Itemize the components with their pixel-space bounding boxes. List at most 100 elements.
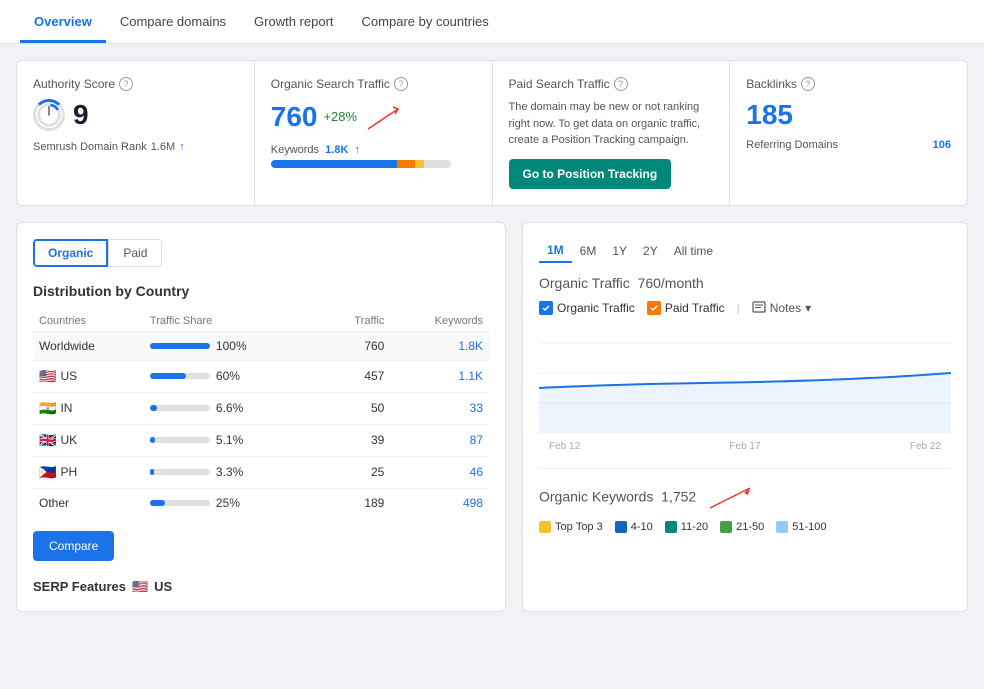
paid-search-info-icon[interactable]: ? — [614, 77, 628, 91]
country-cell: Worldwide — [33, 331, 144, 360]
time-tab-1m[interactable]: 1M — [539, 239, 572, 263]
keywords-arrow-annotation — [700, 483, 760, 513]
kw-label-51-100: 51-100 — [792, 521, 826, 533]
time-tab-6m[interactable]: 6M — [572, 239, 605, 263]
semrush-rank-up: ↑ — [179, 141, 185, 153]
kw-label-4-10: 4-10 — [631, 521, 653, 533]
organic-search-change: +28% — [323, 109, 357, 124]
serp-flag: 🇺🇸 — [132, 579, 148, 595]
x-axis-labels: Feb 12 Feb 17 Feb 22 — [539, 441, 951, 452]
keywords-bar — [271, 160, 451, 168]
table-row[interactable]: 🇬🇧UK 5.1% 3987 — [33, 424, 489, 456]
x-label-feb17: Feb 17 — [729, 441, 760, 452]
kw-legend-4-10: 4-10 — [615, 521, 653, 533]
keywords-legend: Top Top 3 4-10 11-20 21-50 — [539, 521, 951, 533]
organic-keywords-section: Organic Keywords 1,752 Top Top 3 — [539, 468, 951, 533]
notes-icon — [752, 301, 766, 315]
keywords-cell[interactable]: 87 — [390, 424, 489, 456]
tab-organic[interactable]: Organic — [33, 239, 108, 267]
table-row[interactable]: 🇵🇭PH 3.3% 2546 — [33, 456, 489, 488]
chart-legend: Organic Traffic Paid Traffic | Notes ▾ — [539, 301, 951, 315]
kw-legend-top3: Top Top 3 — [539, 521, 603, 533]
keywords-cell[interactable]: 33 — [390, 392, 489, 424]
organic-search-label: Organic Search Traffic — [271, 77, 390, 91]
traffic-share-cell: 6.6% — [144, 392, 322, 424]
authority-score-label: Authority Score — [33, 77, 115, 91]
time-tab-alltime[interactable]: All time — [666, 239, 721, 263]
traffic-share-cell: 3.3% — [144, 456, 322, 488]
distribution-title: Distribution by Country — [33, 283, 489, 299]
traffic-share-cell: 60% — [144, 360, 322, 392]
authority-score-info-icon[interactable]: ? — [119, 77, 133, 91]
kw-label-11-20: 11-20 — [681, 521, 708, 533]
organic-paid-tabs: Organic Paid — [33, 239, 489, 267]
keywords-value: 1.8K — [325, 144, 348, 156]
col-keywords: Keywords — [390, 311, 489, 332]
legend-paid: Paid Traffic — [647, 301, 725, 315]
keywords-cell[interactable]: 1.8K — [390, 331, 489, 360]
country-cell: 🇮🇳IN — [33, 392, 144, 424]
paid-search-info-text: The domain may be new or not ranking rig… — [509, 99, 714, 149]
bottom-section: Organic Paid Distribution by Country Cou… — [16, 222, 968, 612]
traffic-svg — [539, 323, 951, 433]
tab-overview[interactable]: Overview — [20, 0, 106, 43]
authority-score-card: Authority Score ? 9 Semrush Domain Rank … — [17, 61, 255, 205]
keywords-cell[interactable]: 498 — [390, 488, 489, 517]
table-row[interactable]: Other 25% 189498 — [33, 488, 489, 517]
time-tab-1y[interactable]: 1Y — [604, 239, 635, 263]
time-tab-2y[interactable]: 2Y — [635, 239, 666, 263]
tab-compare-countries[interactable]: Compare by countries — [348, 0, 503, 43]
table-row[interactable]: Worldwide 100% 7601.8K — [33, 331, 489, 360]
authority-gauge — [33, 99, 65, 131]
traffic-share-cell: 5.1% — [144, 424, 322, 456]
serp-region: US — [154, 579, 172, 594]
compare-button[interactable]: Compare — [33, 531, 114, 561]
kw-bar-gray — [424, 160, 451, 168]
kw-legend-11-20: 11-20 — [665, 521, 708, 533]
organic-check[interactable] — [539, 301, 553, 315]
col-traffic-share: Traffic Share — [144, 311, 322, 332]
paid-check[interactable] — [647, 301, 661, 315]
tab-compare-domains[interactable]: Compare domains — [106, 0, 240, 43]
semrush-rank-value: 1.6M — [151, 141, 175, 153]
keywords-up: ↑ — [355, 144, 361, 156]
notes-chevron: ▾ — [805, 301, 811, 315]
backlinks-info-icon[interactable]: ? — [801, 77, 815, 91]
left-panel: Organic Paid Distribution by Country Cou… — [16, 222, 506, 612]
organic-search-value: 760 — [271, 101, 318, 133]
kw-dot-51-100 — [776, 521, 788, 533]
keywords-cell[interactable]: 1.1K — [390, 360, 489, 392]
notes-button[interactable]: Notes ▾ — [752, 301, 811, 315]
country-cell: 🇬🇧UK — [33, 424, 144, 456]
paid-search-card: Paid Search Traffic ? The domain may be … — [493, 61, 731, 205]
traffic-cell: 457 — [322, 360, 391, 392]
kw-bar-yellow — [415, 160, 424, 168]
organic-search-info-icon[interactable]: ? — [394, 77, 408, 91]
gauge-svg — [36, 101, 62, 129]
paid-search-label: Paid Search Traffic — [509, 77, 610, 91]
organic-trend-arrow — [363, 99, 413, 134]
traffic-share-cell: 25% — [144, 488, 322, 517]
legend-paid-label: Paid Traffic — [665, 301, 725, 315]
kw-bar-blue — [271, 160, 397, 168]
main-content: Authority Score ? 9 Semrush Domain Rank … — [0, 44, 984, 628]
time-tabs: 1M 6M 1Y 2Y All time — [539, 239, 951, 263]
position-tracking-button[interactable]: Go to Position Tracking — [509, 159, 672, 189]
legend-separator: | — [737, 301, 740, 315]
right-panel: 1M 6M 1Y 2Y All time Organic Traffic 760… — [522, 222, 968, 612]
traffic-cell: 760 — [322, 331, 391, 360]
tab-growth-report[interactable]: Growth report — [240, 0, 347, 43]
organic-keywords-title: Organic Keywords 1,752 — [539, 483, 951, 513]
semrush-rank-label: Semrush Domain Rank — [33, 141, 147, 153]
backlinks-label: Backlinks — [746, 77, 797, 91]
referring-domains-value: 106 — [933, 139, 951, 151]
keywords-cell[interactable]: 46 — [390, 456, 489, 488]
traffic-chart-title: Organic Traffic 760/month — [539, 275, 951, 291]
x-label-feb12: Feb 12 — [549, 441, 580, 452]
country-cell: Other — [33, 488, 144, 517]
tab-paid[interactable]: Paid — [108, 239, 162, 267]
authority-score-value: 9 — [73, 99, 89, 131]
organic-traffic-chart — [539, 323, 951, 433]
table-row[interactable]: 🇮🇳IN 6.6% 5033 — [33, 392, 489, 424]
table-row[interactable]: 🇺🇸US 60% 4571.1K — [33, 360, 489, 392]
